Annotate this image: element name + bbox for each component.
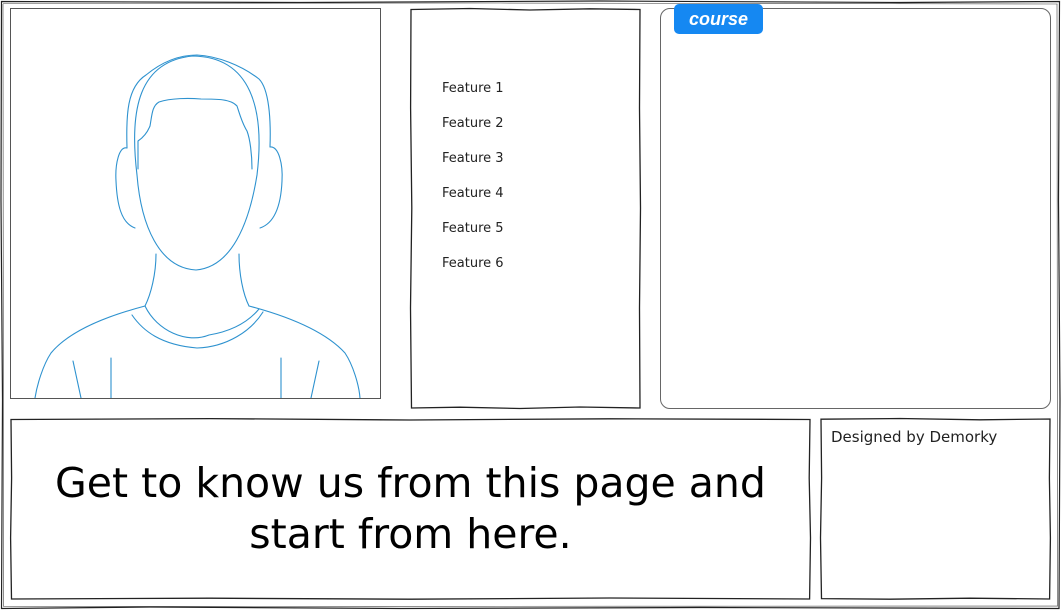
feature-item-2[interactable]: Feature 2: [442, 113, 504, 148]
hero-panel: Get to know us from this page and start …: [9, 417, 812, 600]
person-placeholder-icon: [34, 54, 361, 398]
hero-headline: Get to know us from this page and start …: [10, 458, 811, 560]
feature-item-5[interactable]: Feature 5: [442, 218, 504, 253]
feature-item-3[interactable]: Feature 3: [442, 148, 504, 183]
course-panel: course: [660, 4, 1051, 409]
profile-photo-panel: [10, 8, 381, 399]
credit-panel: Designed by Demorky: [819, 417, 1052, 600]
feature-item-1[interactable]: Feature 1: [442, 78, 504, 113]
hero-line-1: Get to know us from this page and: [55, 459, 766, 507]
feature-item-6[interactable]: Feature 6: [442, 253, 504, 288]
designer-credit: Designed by Demorky: [831, 428, 998, 446]
hero-line-2: start from here.: [249, 510, 572, 558]
feature-list: Feature 1 Feature 2 Feature 3 Feature 4 …: [442, 78, 504, 288]
course-tab[interactable]: course: [674, 4, 764, 34]
feature-item-4[interactable]: Feature 4: [442, 183, 504, 218]
features-panel: Feature 1 Feature 2 Feature 3 Feature 4 …: [409, 7, 642, 410]
